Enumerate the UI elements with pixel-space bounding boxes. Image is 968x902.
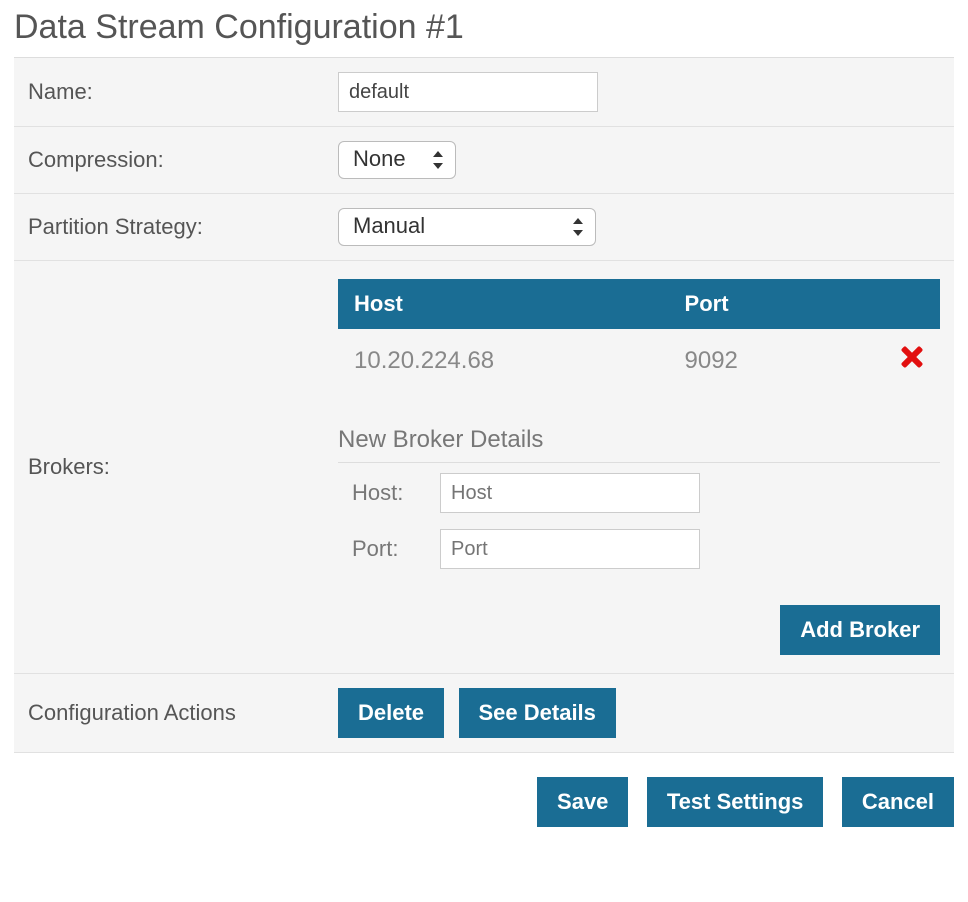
cancel-button[interactable]: Cancel: [842, 777, 954, 827]
page-title: Data Stream Configuration #1: [14, 8, 954, 47]
row-config-actions: Configuration Actions Delete See Details: [14, 674, 954, 753]
cell-host: 10.20.224.68: [338, 329, 669, 392]
partition-label: Partition Strategy:: [28, 214, 338, 240]
row-compression: Compression: None: [14, 127, 954, 194]
select-arrows-icon: [571, 218, 585, 236]
brokers-label: Brokers:: [28, 279, 338, 655]
col-host: Host: [338, 279, 669, 329]
row-brokers: Brokers: Host Port 10.20.224.68 9092: [14, 261, 954, 674]
partition-value: Manual: [353, 213, 425, 238]
col-actions: [832, 279, 940, 329]
name-input[interactable]: [338, 72, 598, 112]
cell-port: 9092: [669, 329, 833, 392]
partition-select[interactable]: Manual: [338, 208, 596, 246]
name-label: Name:: [28, 79, 338, 105]
compression-label: Compression:: [28, 147, 338, 173]
new-broker-host-row: Host:: [338, 463, 940, 519]
table-row: 10.20.224.68 9092: [338, 329, 940, 392]
brokers-table: Host Port 10.20.224.68 9092: [338, 279, 940, 392]
add-broker-button[interactable]: Add Broker: [780, 605, 940, 655]
see-details-button[interactable]: See Details: [459, 688, 616, 738]
col-port: Port: [669, 279, 833, 329]
row-partition: Partition Strategy: Manual: [14, 194, 954, 261]
compression-value: None: [353, 146, 406, 171]
select-arrows-icon: [431, 151, 445, 169]
new-broker-port-label: Port:: [352, 536, 440, 562]
footer-actions: Save Test Settings Cancel: [14, 777, 954, 827]
row-name: Name:: [14, 58, 954, 127]
delete-broker-icon[interactable]: [900, 345, 924, 369]
config-actions-label: Configuration Actions: [28, 700, 338, 726]
new-broker-port-input[interactable]: [440, 529, 700, 569]
new-broker-host-label: Host:: [352, 480, 440, 506]
new-broker-host-input[interactable]: [440, 473, 700, 513]
save-button[interactable]: Save: [537, 777, 628, 827]
test-settings-button[interactable]: Test Settings: [647, 777, 824, 827]
new-broker-port-row: Port:: [338, 519, 940, 575]
delete-button[interactable]: Delete: [338, 688, 444, 738]
new-broker-heading: New Broker Details: [338, 426, 940, 463]
compression-select[interactable]: None: [338, 141, 456, 179]
config-form: Name: Compression: None Partition Strate…: [14, 57, 954, 753]
